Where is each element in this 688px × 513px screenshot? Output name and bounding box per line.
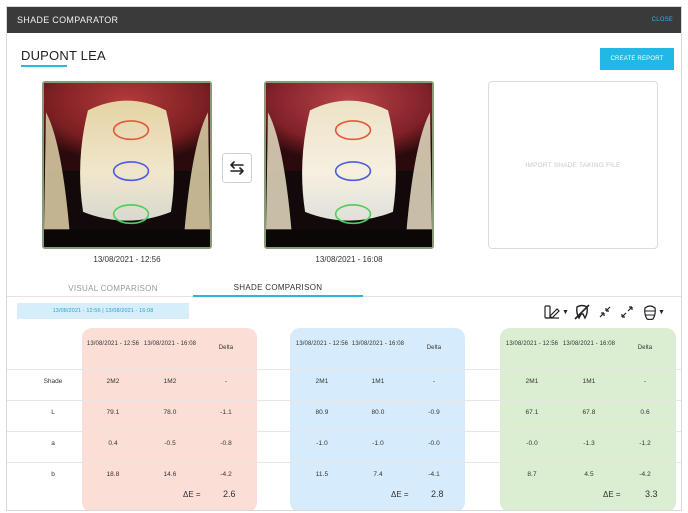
row-label-l: L [51,409,55,416]
patient-name: DUPONT LEA [21,48,106,63]
column-header: 13/08/2021 - 12:56 [295,341,349,347]
table-cell: -0.0 [428,440,440,447]
table-cell: - [432,378,436,385]
table-cell: 18.8 [106,471,120,478]
table-cell: 0.6 [640,409,650,416]
date-range-chip[interactable]: 13/08/2021 - 12:56 | 13/08/2021 - 16:08 [17,303,189,319]
row-divider [7,462,681,463]
expand-arrows-icon [621,306,633,318]
table-cell: 8.7 [527,471,537,478]
table-cell: -4.2 [639,471,651,478]
table-cell: 7.4 [373,471,383,478]
tab-visual-comparison[interactable]: VISUAL COMPARISON [43,279,183,297]
close-button[interactable]: CLOSE [652,17,673,23]
app-title: SHADE COMPARATOR [17,15,119,25]
table-cell: -1.3 [583,440,595,447]
table-cell: 11.5 [315,471,329,478]
table-cell: -1.2 [639,440,651,447]
table-cell: -1.0 [316,440,328,447]
table-cell: 79.1 [106,409,120,416]
row-divider [7,400,681,401]
table-cell: 67.1 [525,409,539,416]
tab-shade-comparison[interactable]: SHADE COMPARISON [193,279,363,297]
column-header: 13/08/2021 - 16:08 [143,341,197,347]
table-cell: - [224,378,228,385]
photo-before-date: 13/08/2021 - 12:56 [93,255,161,264]
table-cell: 4.5 [584,471,594,478]
zone-middle-marker [334,161,372,182]
shade-guide-dropdown[interactable]: ▼ [543,303,569,321]
row-label-b: b [51,471,55,478]
table-cell: -0.9 [428,409,440,416]
table-cell: 2M1 [315,378,329,385]
patient-name-underline [21,65,67,67]
delta-e-label: ΔE = [603,490,621,499]
column-header: 13/08/2021 - 16:08 [351,341,405,347]
chevron-down-icon: ▼ [658,308,665,316]
crossed-tooth-icon [574,304,590,320]
comparison-tabs: VISUAL COMPARISON SHADE COMPARISON [7,279,681,297]
table-cell: 0.4 [108,440,118,447]
table-cell: 2M2 [106,378,120,385]
photo-after-date: 13/08/2021 - 16:08 [315,255,383,264]
swap-arrows-icon [230,161,244,175]
zone-cervical-marker [334,120,372,141]
table-cell: 1M1 [371,378,385,385]
column-header: Delta [426,345,442,351]
expand-button[interactable] [620,303,634,321]
column-header: Delta [218,345,234,351]
shade-zones-before [112,120,150,225]
table-cell: 78.0 [163,409,177,416]
table-cell: 80.0 [371,409,385,416]
row-divider [7,431,681,432]
column-header: 13/08/2021 - 16:08 [562,341,616,347]
tooth-zones-dropdown[interactable]: ▼ [643,303,665,321]
column-header: 13/08/2021 - 12:56 [86,341,140,347]
zone-cervical-marker [112,120,150,141]
table-cell: 1M2 [163,378,177,385]
table-cell: -0.5 [164,440,176,447]
table-cell: -1.0 [372,440,384,447]
swap-photos-button[interactable] [222,153,252,183]
table-cell: 2M1 [525,378,539,385]
delta-e-label: ΔE = [183,490,201,499]
middle-zone-band [290,328,465,510]
zone-middle-marker [112,161,150,182]
table-cell: -4.2 [220,471,232,478]
table-cell: - [643,378,647,385]
table-cell: -0.8 [220,440,232,447]
collapse-button[interactable] [598,303,612,321]
table-cell: 1M1 [582,378,596,385]
delta-e-value: 2.6 [223,489,236,499]
table-cell: 14.6 [163,471,177,478]
zone-incisal-marker [112,204,150,225]
shade-comparator-window: SHADE COMPARATOR CLOSE DUPONT LEA CREATE… [6,6,682,511]
tooth-zones-icon [644,305,656,320]
row-divider [7,369,681,370]
shade-zones-after [334,120,372,225]
column-header: Delta [637,345,653,351]
create-report-button[interactable]: CREATE REPORT [600,48,674,70]
table-cell: -0.0 [526,440,538,447]
incisal-zone-band [500,328,676,510]
zone-incisal-marker [334,204,372,225]
import-shade-file-dropzone[interactable]: IMPORT SHADE TAKING FILE [488,81,658,249]
hide-tooth-button[interactable] [573,303,591,321]
column-header: 13/08/2021 - 12:56 [505,341,559,347]
table-cell: -1.1 [220,409,232,416]
title-bar: SHADE COMPARATOR CLOSE [7,7,681,33]
row-label-a: a [51,440,55,447]
delta-e-label: ΔE = [391,490,409,499]
cervical-zone-band [82,328,257,510]
chevron-down-icon: ▼ [562,308,569,316]
collapse-arrows-icon [599,306,611,318]
delta-e-value: 2.8 [431,489,444,499]
row-label-shade: Shade [43,378,63,385]
table-cell: 80.9 [315,409,329,416]
delta-e-value: 3.3 [645,489,658,499]
shade-guide-icon [544,305,560,319]
table-cell: 67.8 [582,409,596,416]
table-cell: -4.1 [428,471,440,478]
